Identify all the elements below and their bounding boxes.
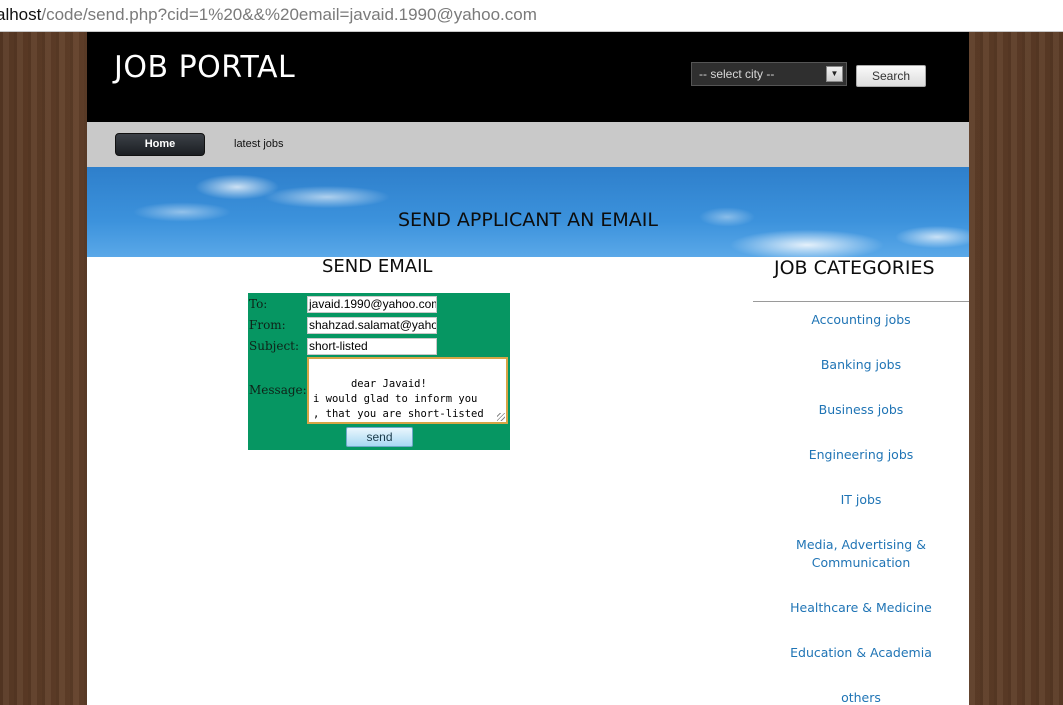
category-link-business[interactable]: Business jobs <box>753 401 969 419</box>
to-label: To: <box>249 297 268 311</box>
to-field[interactable]: javaid.1990@yahoo.com <box>307 296 437 313</box>
message-label: Message: <box>249 383 307 397</box>
resize-handle-icon[interactable] <box>497 413 505 421</box>
city-select[interactable]: -- select city -- ▼ <box>691 62 847 86</box>
category-link-education[interactable]: Education & Academia <box>753 644 969 662</box>
category-link-others[interactable]: others <box>753 689 969 705</box>
send-email-heading: SEND EMAIL <box>322 256 433 277</box>
search-button[interactable]: Search <box>856 65 926 87</box>
url-path: /code/send.php?cid=1%20&&%20email=javaid… <box>41 5 537 24</box>
banner-title: SEND APPLICANT AN EMAIL <box>397 209 658 231</box>
category-link-banking[interactable]: Banking jobs <box>753 356 969 374</box>
subject-label: Subject: <box>249 339 300 353</box>
category-link-accounting[interactable]: Accounting jobs <box>753 311 969 329</box>
email-form: To: javaid.1990@yahoo.com From: shahzad.… <box>248 293 510 450</box>
main-nav: Home latest jobs <box>87 122 969 167</box>
nav-item-latest-jobs[interactable]: latest jobs <box>234 138 284 150</box>
city-select-value: -- select city -- <box>699 67 775 81</box>
subject-field[interactable]: short-listed <box>307 338 437 355</box>
send-button[interactable]: send <box>346 427 413 447</box>
category-link-media[interactable]: Media, Advertising & Communication <box>791 536 931 572</box>
divider <box>753 301 969 302</box>
page-banner: SEND APPLICANT AN EMAIL <box>87 167 969 257</box>
url-host: alhost <box>0 5 42 24</box>
category-link-engineering[interactable]: Engineering jobs <box>753 446 969 464</box>
site-header: JOB PORTAL -- select city -- ▼ Search <box>87 32 969 122</box>
category-link-it[interactable]: IT jobs <box>753 491 969 509</box>
page-container: JOB PORTAL -- select city -- ▼ Search Ho… <box>87 32 969 705</box>
chevron-down-icon[interactable]: ▼ <box>826 66 843 82</box>
message-textarea[interactable]: dear Javaid! i would glad to inform you … <box>307 357 508 424</box>
category-link-healthcare[interactable]: Healthcare & Medicine <box>753 599 969 617</box>
address-bar[interactable]: alhost/code/send.php?cid=1%20&&%20email=… <box>0 0 1063 32</box>
message-text: dear Javaid! i would glad to inform you … <box>313 378 484 420</box>
job-categories-heading: JOB CATEGORIES <box>774 257 935 279</box>
nav-item-home[interactable]: Home <box>115 133 205 156</box>
from-field[interactable]: shahzad.salamat@yahoo.com <box>307 317 437 334</box>
from-label: From: <box>249 318 286 332</box>
site-logo[interactable]: JOB PORTAL <box>114 50 295 85</box>
